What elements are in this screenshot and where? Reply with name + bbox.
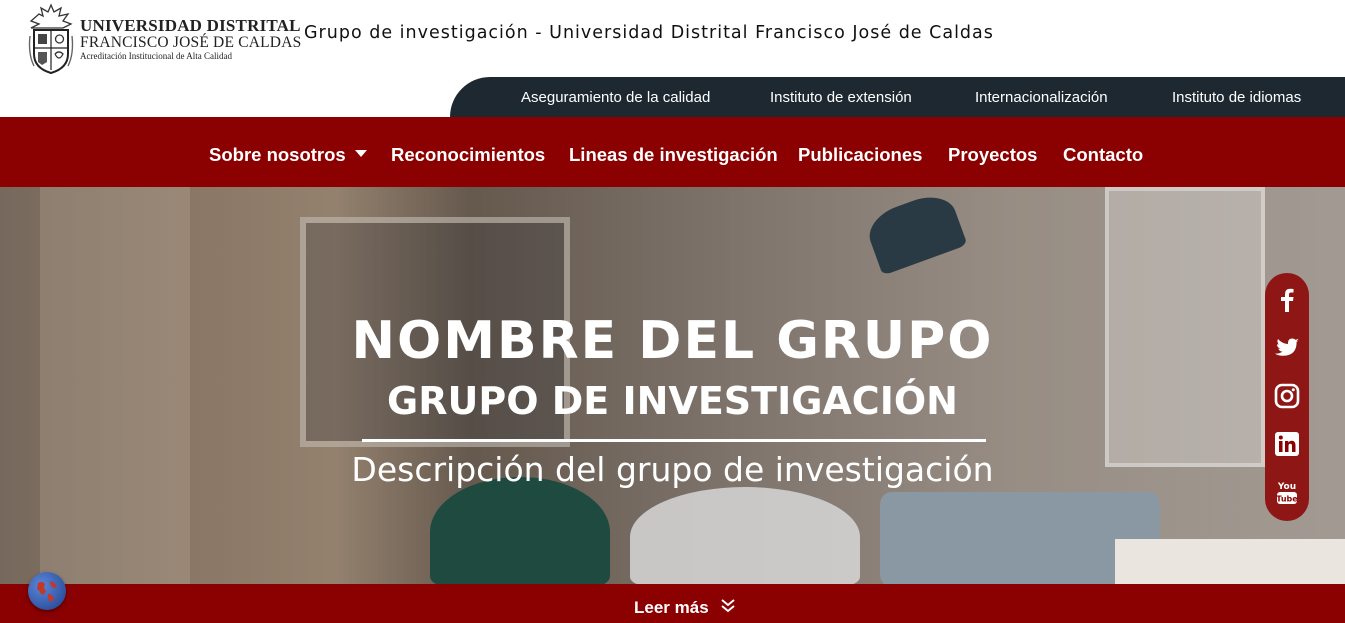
nav-contacto[interactable]: Contacto: [1063, 144, 1143, 166]
instagram-icon[interactable]: [1272, 381, 1302, 411]
youtube-icon-label-bottom: Tube: [1276, 495, 1298, 504]
youtube-icon[interactable]: You Tube: [1272, 477, 1302, 507]
logo-line-2: FRANCISCO JOSÉ DE CALDAS: [80, 34, 302, 51]
top-link-idiomas[interactable]: Instituto de idiomas: [1172, 89, 1301, 106]
nav-sobre-nosotros[interactable]: Sobre nosotros: [209, 144, 367, 166]
hero-lamp: [862, 188, 968, 276]
hero-chair-grey: [630, 487, 860, 584]
hero-chair-green: [430, 477, 610, 584]
language-globe-icon[interactable]: [28, 572, 66, 610]
hero-banner: NOMBRE DEL GRUPO GRUPO DE INVESTIGACIÓN …: [0, 187, 1345, 584]
social-media-bar: You Tube: [1265, 273, 1309, 521]
logo-line-3: Acreditación Institucional de Alta Calid…: [80, 51, 232, 61]
nav-publicaciones[interactable]: Publicaciones: [798, 144, 922, 166]
hero-title: NOMBRE DEL GRUPO: [351, 311, 994, 371]
institutional-links-bar: Aseguramiento de la calidad Instituto de…: [450, 77, 1345, 117]
hero-table: [1115, 539, 1345, 584]
hero-subtitle: GRUPO DE INVESTIGACIÓN: [387, 379, 958, 423]
read-more-bar: Leer más: [0, 584, 1345, 623]
hero-divider: [362, 439, 986, 442]
top-link-internacionalizacion[interactable]: Internacionalización: [975, 89, 1108, 106]
site-title: Grupo de investigación - Universidad Dis…: [304, 23, 994, 43]
main-nav: Sobre nosotros Reconocimientos Lineas de…: [0, 117, 1345, 187]
read-more-label: Leer más: [634, 598, 709, 617]
header: UNIVERSIDAD DISTRITAL FRANCISCO JOSÉ DE …: [0, 0, 1345, 117]
top-link-extension[interactable]: Instituto de extensión: [770, 89, 912, 106]
twitter-icon[interactable]: [1272, 333, 1302, 363]
university-logo[interactable]: UNIVERSIDAD DISTRITAL FRANCISCO JOSÉ DE …: [26, 2, 301, 76]
linkedin-icon[interactable]: [1272, 429, 1302, 459]
nav-sobre-nosotros-label: Sobre nosotros: [209, 144, 346, 165]
double-chevron-down-icon: [721, 599, 736, 613]
nav-proyectos[interactable]: Proyectos: [948, 144, 1037, 166]
hero-description: Descripción del grupo de investigación: [351, 450, 994, 489]
logo-line-1: UNIVERSIDAD DISTRITAL: [80, 16, 301, 35]
caret-down-icon: [354, 150, 367, 157]
nav-reconocimientos[interactable]: Reconocimientos: [391, 144, 545, 166]
university-seal-icon: [26, 2, 76, 76]
facebook-icon[interactable]: [1272, 285, 1302, 315]
top-link-aseguramiento[interactable]: Aseguramiento de la calidad: [521, 89, 710, 106]
read-more-button[interactable]: Leer más: [634, 598, 736, 618]
nav-lineas-investigacion[interactable]: Lineas de investigación: [569, 144, 778, 166]
youtube-icon-label-top: You: [1277, 482, 1296, 492]
